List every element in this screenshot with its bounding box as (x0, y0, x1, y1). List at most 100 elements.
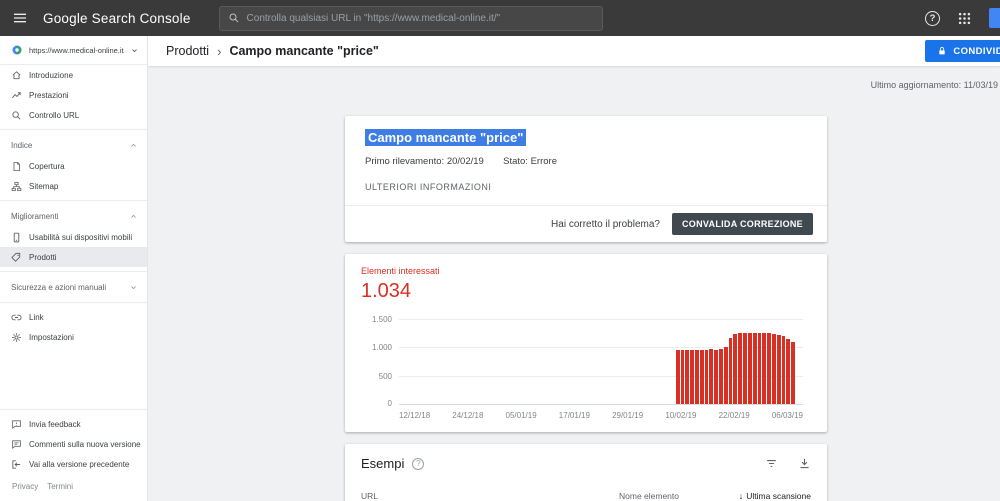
validate-fix-button[interactable]: CONVALIDA CORREZIONE (672, 213, 813, 235)
sidebar-item-invia-feedback[interactable]: Invia feedback (0, 414, 147, 434)
x-axis-labels: 12/12/18 24/12/18 05/01/19 17/01/19 29/0… (399, 411, 803, 420)
x-tick-label: 22/02/19 (719, 411, 750, 420)
column-header-nome-elemento[interactable]: Nome elemento (619, 491, 739, 501)
sidebar-item-link[interactable]: Link (0, 307, 147, 327)
sidebar-item-label: Prestazioni (29, 91, 69, 100)
sidebar-item-controllo-url[interactable]: Controllo URL (0, 105, 147, 125)
search-icon (11, 110, 22, 121)
sidebar-item-impostazioni[interactable]: Impostazioni (0, 327, 147, 347)
issue-detail-footer: Hai corretto il problema? CONVALIDA CORR… (345, 206, 827, 242)
share-button[interactable]: CONDIVIDI (925, 40, 1000, 62)
sidebar-item-prestazioni[interactable]: Prestazioni (0, 85, 147, 105)
examples-card: Esempi ? URL Nome elemento ↓ Ultima scan… (345, 444, 827, 501)
status-label: Stato: (503, 156, 528, 167)
fixed-prompt: Hai corretto il problema? (551, 219, 660, 230)
x-tick-label: 06/03/19 (772, 411, 803, 420)
affected-items-count: 1.034 (361, 280, 811, 303)
sidebar-section-miglioramenti[interactable]: Miglioramenti (0, 205, 147, 227)
issue-title: Campo mancante "price" (365, 129, 526, 146)
privacy-link[interactable]: Privacy (12, 482, 38, 491)
examples-title: Esempi (361, 456, 404, 471)
chevron-up-icon (129, 212, 138, 221)
affected-items-label: Elementi interessati (361, 266, 811, 276)
examples-table-header: URL Nome elemento ↓ Ultima scansione (361, 491, 811, 501)
y-tick-label: 1.000 (372, 343, 392, 352)
apps-grid-icon[interactable] (957, 11, 972, 26)
chart-bar (700, 350, 704, 405)
sidebar-item-label: Controllo URL (29, 111, 79, 120)
x-tick-label: 24/12/18 (452, 411, 483, 420)
chevron-down-icon (129, 283, 138, 292)
help-icon[interactable]: ? (412, 458, 424, 470)
sidebar-item-sitemap[interactable]: Sitemap (0, 176, 147, 196)
column-header-ultima-scansione[interactable]: ↓ Ultima scansione (739, 491, 811, 501)
breadcrumb-root[interactable]: Prodotti (166, 44, 209, 58)
share-button-label: CONDIVIDI (953, 46, 1000, 57)
chart-bar (786, 339, 790, 404)
chart-bar (705, 350, 709, 404)
chart-bar (729, 338, 733, 404)
legal-links: Privacy Termini (0, 474, 147, 501)
x-tick-label: 17/01/19 (559, 411, 590, 420)
topbar-actions: ? (925, 8, 1000, 28)
status-value status-badge: Errore (531, 156, 557, 167)
property-selector[interactable]: https://www.medical-online.it/ (0, 36, 147, 65)
sidebar-item-label: Impostazioni (29, 333, 74, 342)
sidebar-footer: Invia feedback Commenti sulla nuova vers… (0, 405, 147, 501)
sidebar-item-copertura[interactable]: Copertura (0, 156, 147, 176)
chart-bar (681, 350, 685, 404)
help-icon[interactable]: ? (925, 11, 940, 26)
divider (0, 271, 147, 272)
x-tick-label: 12/12/18 (399, 411, 430, 420)
divider (0, 409, 147, 410)
sidebar-item-label: Copertura (29, 162, 65, 171)
sidebar-item-prodotti[interactable]: Prodotti (0, 247, 147, 267)
first-detected-value: 20/02/19 (447, 156, 484, 167)
sidebar-section-sicurezza[interactable]: Sicurezza e azioni manuali (0, 276, 147, 298)
sidebar-item-usabilita-mobile[interactable]: Usabilità sui dispositivi mobili (0, 227, 147, 247)
chart-bar (738, 333, 742, 404)
examples-actions (765, 457, 811, 470)
sidebar-item-commenti[interactable]: Commenti sulla nuova versione (0, 434, 147, 454)
chart-bar (719, 349, 723, 404)
issue-detail-card: Campo mancante "price" Primo rilevamento… (345, 116, 827, 242)
chart-bar (758, 333, 762, 405)
sidebar-item-label: Commenti sulla nuova versione (29, 440, 141, 449)
affected-items-card: Elementi interessati 1.034 1.500 1.000 5… (345, 254, 827, 432)
chart-bar (762, 333, 766, 404)
search-input[interactable] (247, 13, 594, 24)
main-content: Prodotti › Campo mancante "price" CONDIV… (148, 36, 1000, 501)
chart-bar (724, 347, 728, 404)
chart-bar (709, 349, 713, 404)
terms-link[interactable]: Termini (47, 482, 73, 491)
avatar[interactable] (989, 8, 1000, 28)
examples-header: Esempi ? (361, 456, 811, 471)
sidebar-item-label: Prodotti (29, 253, 57, 262)
section-label: Sicurezza e azioni manuali (11, 283, 129, 292)
sidebar-section-indice[interactable]: Indice (0, 134, 147, 156)
issue-meta: Primo rilevamento: 20/02/19 Stato: Error… (365, 156, 807, 167)
filter-icon[interactable] (765, 457, 778, 470)
search-icon (228, 12, 240, 24)
chart-bar (690, 350, 694, 404)
menu-icon[interactable] (12, 10, 28, 26)
sidebar-item-introduzione[interactable]: Introduzione (0, 65, 147, 85)
sidebar-item-label: Introduzione (29, 71, 73, 80)
column-header-url[interactable]: URL (361, 491, 619, 501)
issue-detail-top: Campo mancante "price" Primo rilevamento… (345, 116, 827, 206)
chart-bars (676, 319, 795, 404)
download-icon[interactable] (798, 457, 811, 470)
chart-bar (695, 350, 699, 404)
chart-bar (733, 334, 737, 404)
url-inspection-searchbox[interactable] (219, 6, 603, 31)
more-info-link[interactable]: ULTERIORI INFORMAZIONI (365, 182, 807, 192)
chart-bar (791, 342, 795, 404)
sidebar-item-versione-precedente[interactable]: Vai alla versione precedente (0, 454, 147, 474)
first-detected-label: Primo rilevamento: (365, 156, 444, 167)
divider (0, 302, 147, 303)
chart-bar (743, 333, 747, 404)
divider (0, 200, 147, 201)
sidebar-nav: Introduzione Prestazioni Controllo URL I… (0, 65, 147, 347)
section-label: Indice (11, 141, 129, 150)
column-header-label: Ultima scansione (746, 491, 811, 501)
